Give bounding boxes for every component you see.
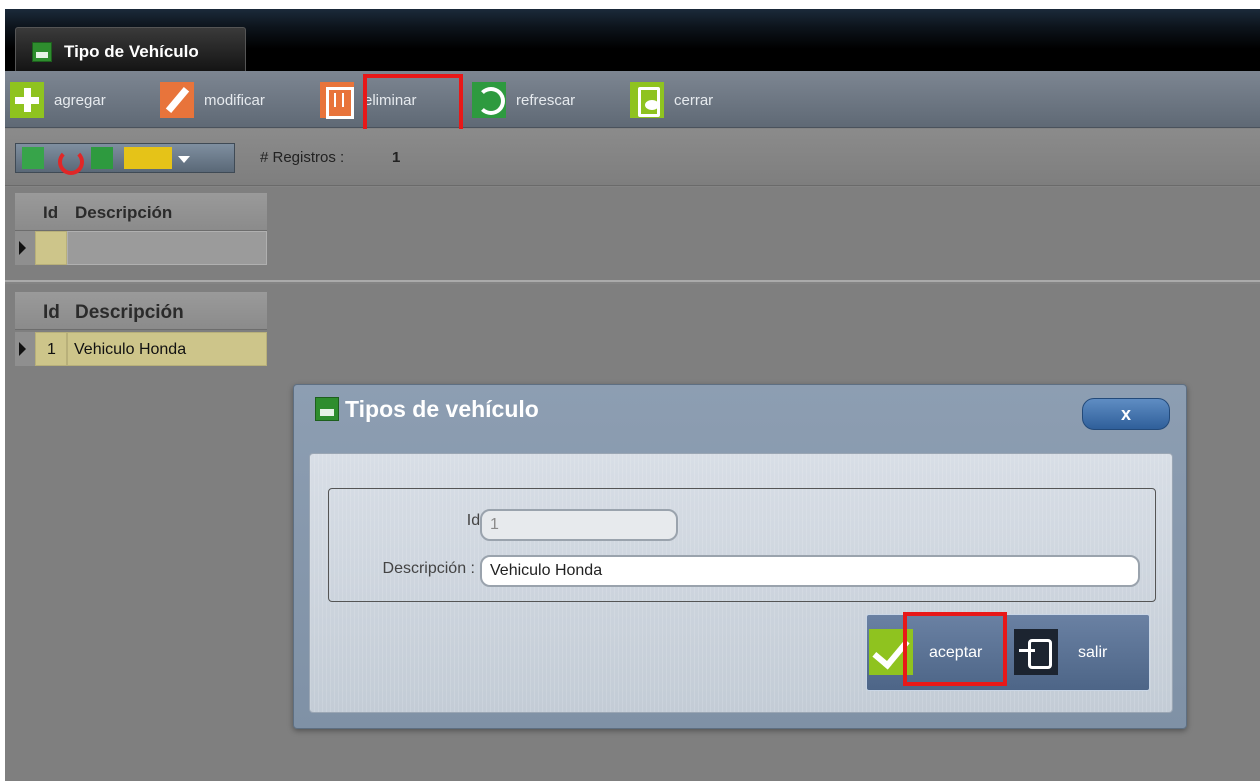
document-close-icon [630,82,664,118]
records-count: 1 [392,149,401,166]
table-row-descripcion[interactable]: Vehiculo Honda [67,332,267,366]
refresh-icon [472,82,506,118]
refresh-label: refrescar [516,91,576,109]
descripcion-label: Descripción : [382,560,475,577]
tipos-de-vehiculo-dialog: Tipos de vehículo x Id : Descripción : a… [293,384,1187,729]
table-row-id[interactable]: 1 [35,332,67,366]
exit-label: salir [1078,644,1108,661]
close-label: cerrar [674,91,714,109]
accept-button[interactable]: aceptar [867,615,1012,690]
trash-icon [320,82,354,119]
id-label: Id : [466,512,489,529]
accept-label: aceptar [929,644,983,661]
theme-icon[interactable] [124,147,172,169]
edit-button[interactable]: modificar [160,82,265,118]
tab-tipo-de-vehiculo[interactable]: Tipo de Vehículo [15,27,246,71]
descripcion-field[interactable] [480,555,1140,587]
plus-icon [10,82,44,118]
grid-top: Id Descripción [5,187,1260,282]
dialog-button-group: aceptar salir [866,614,1150,691]
main-toolbar: agregar modificar eliminar refrescar cer… [5,71,1260,140]
column-header-id[interactable]: Id [35,193,67,231]
refresh-button[interactable]: refrescar [472,82,575,118]
exit-icon[interactable] [91,147,113,169]
delete-label: eliminar [364,91,417,109]
power-icon[interactable] [56,147,84,175]
chevron-down-icon[interactable] [178,156,190,163]
edit-label: modificar [204,91,265,109]
grid-corner [15,292,35,330]
id-field [480,509,678,541]
exit-icon [1014,629,1058,675]
dialog-title: Tipos de vehículo [345,396,539,422]
checkmark-icon [869,629,913,675]
row-marker[interactable] [15,231,35,265]
row-marker[interactable] [15,332,35,366]
secondary-toolbar: # Registros : 1 [5,129,1260,186]
grid-corner [15,193,35,231]
vehicle-icon [315,397,339,421]
tab-title: Tipo de Vehículo [64,42,199,61]
title-bar: Tipo de Vehículo [5,9,1260,71]
close-button[interactable]: cerrar [630,82,713,118]
empty-id-cell[interactable] [35,231,67,265]
dialog-body: Id : Descripción : aceptar salir [309,453,1173,713]
vehicle-icon [32,42,52,62]
add-label: agregar [54,91,106,109]
delete-button[interactable]: eliminar [320,82,417,119]
export-icon[interactable] [22,147,44,169]
pencil-icon [160,82,194,118]
dialog-close-button[interactable]: x [1082,398,1170,430]
column-header-descripcion[interactable]: Descripción [67,292,267,330]
add-button[interactable]: agregar [10,82,106,118]
action-icon-group [15,143,235,175]
form-fieldset: Id : Descripción : [328,488,1156,602]
exit-button[interactable]: salir [1012,615,1149,690]
records-label: # Registros : [260,149,345,166]
empty-desc-cell[interactable] [67,231,267,265]
column-header-descripcion[interactable]: Descripción [67,193,267,231]
column-header-id[interactable]: Id [35,292,67,330]
